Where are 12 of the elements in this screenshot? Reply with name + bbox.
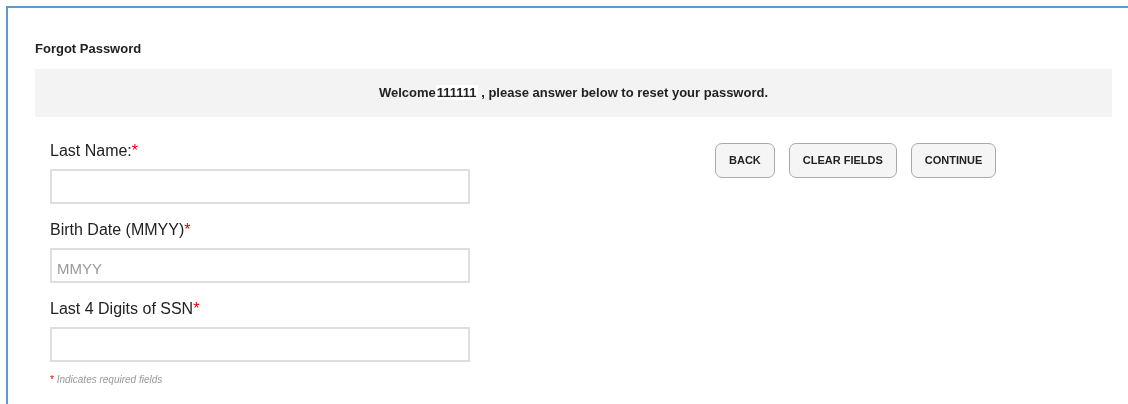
page-title: Forgot Password <box>35 40 142 58</box>
input-field[interactable] <box>50 168 470 204</box>
input-field[interactable]: MMYY <box>50 247 470 283</box>
required-fields-note: * Indicates required fields <box>50 372 163 387</box>
field-label: Last Name:* <box>50 140 139 161</box>
action-button[interactable]: CONTINUE <box>910 142 997 178</box>
field-label: Last 4 Digits of SSN* <box>50 298 200 319</box>
action-button[interactable]: BACK <box>715 142 775 178</box>
input-field[interactable] <box>50 326 470 362</box>
field-label: Birth Date (MMYY)* <box>50 219 191 240</box>
action-button[interactable]: CLEAR FIELDS <box>788 142 897 178</box>
welcome-message: Welcome111111 , please answer below to reset your password. <box>378 83 769 102</box>
